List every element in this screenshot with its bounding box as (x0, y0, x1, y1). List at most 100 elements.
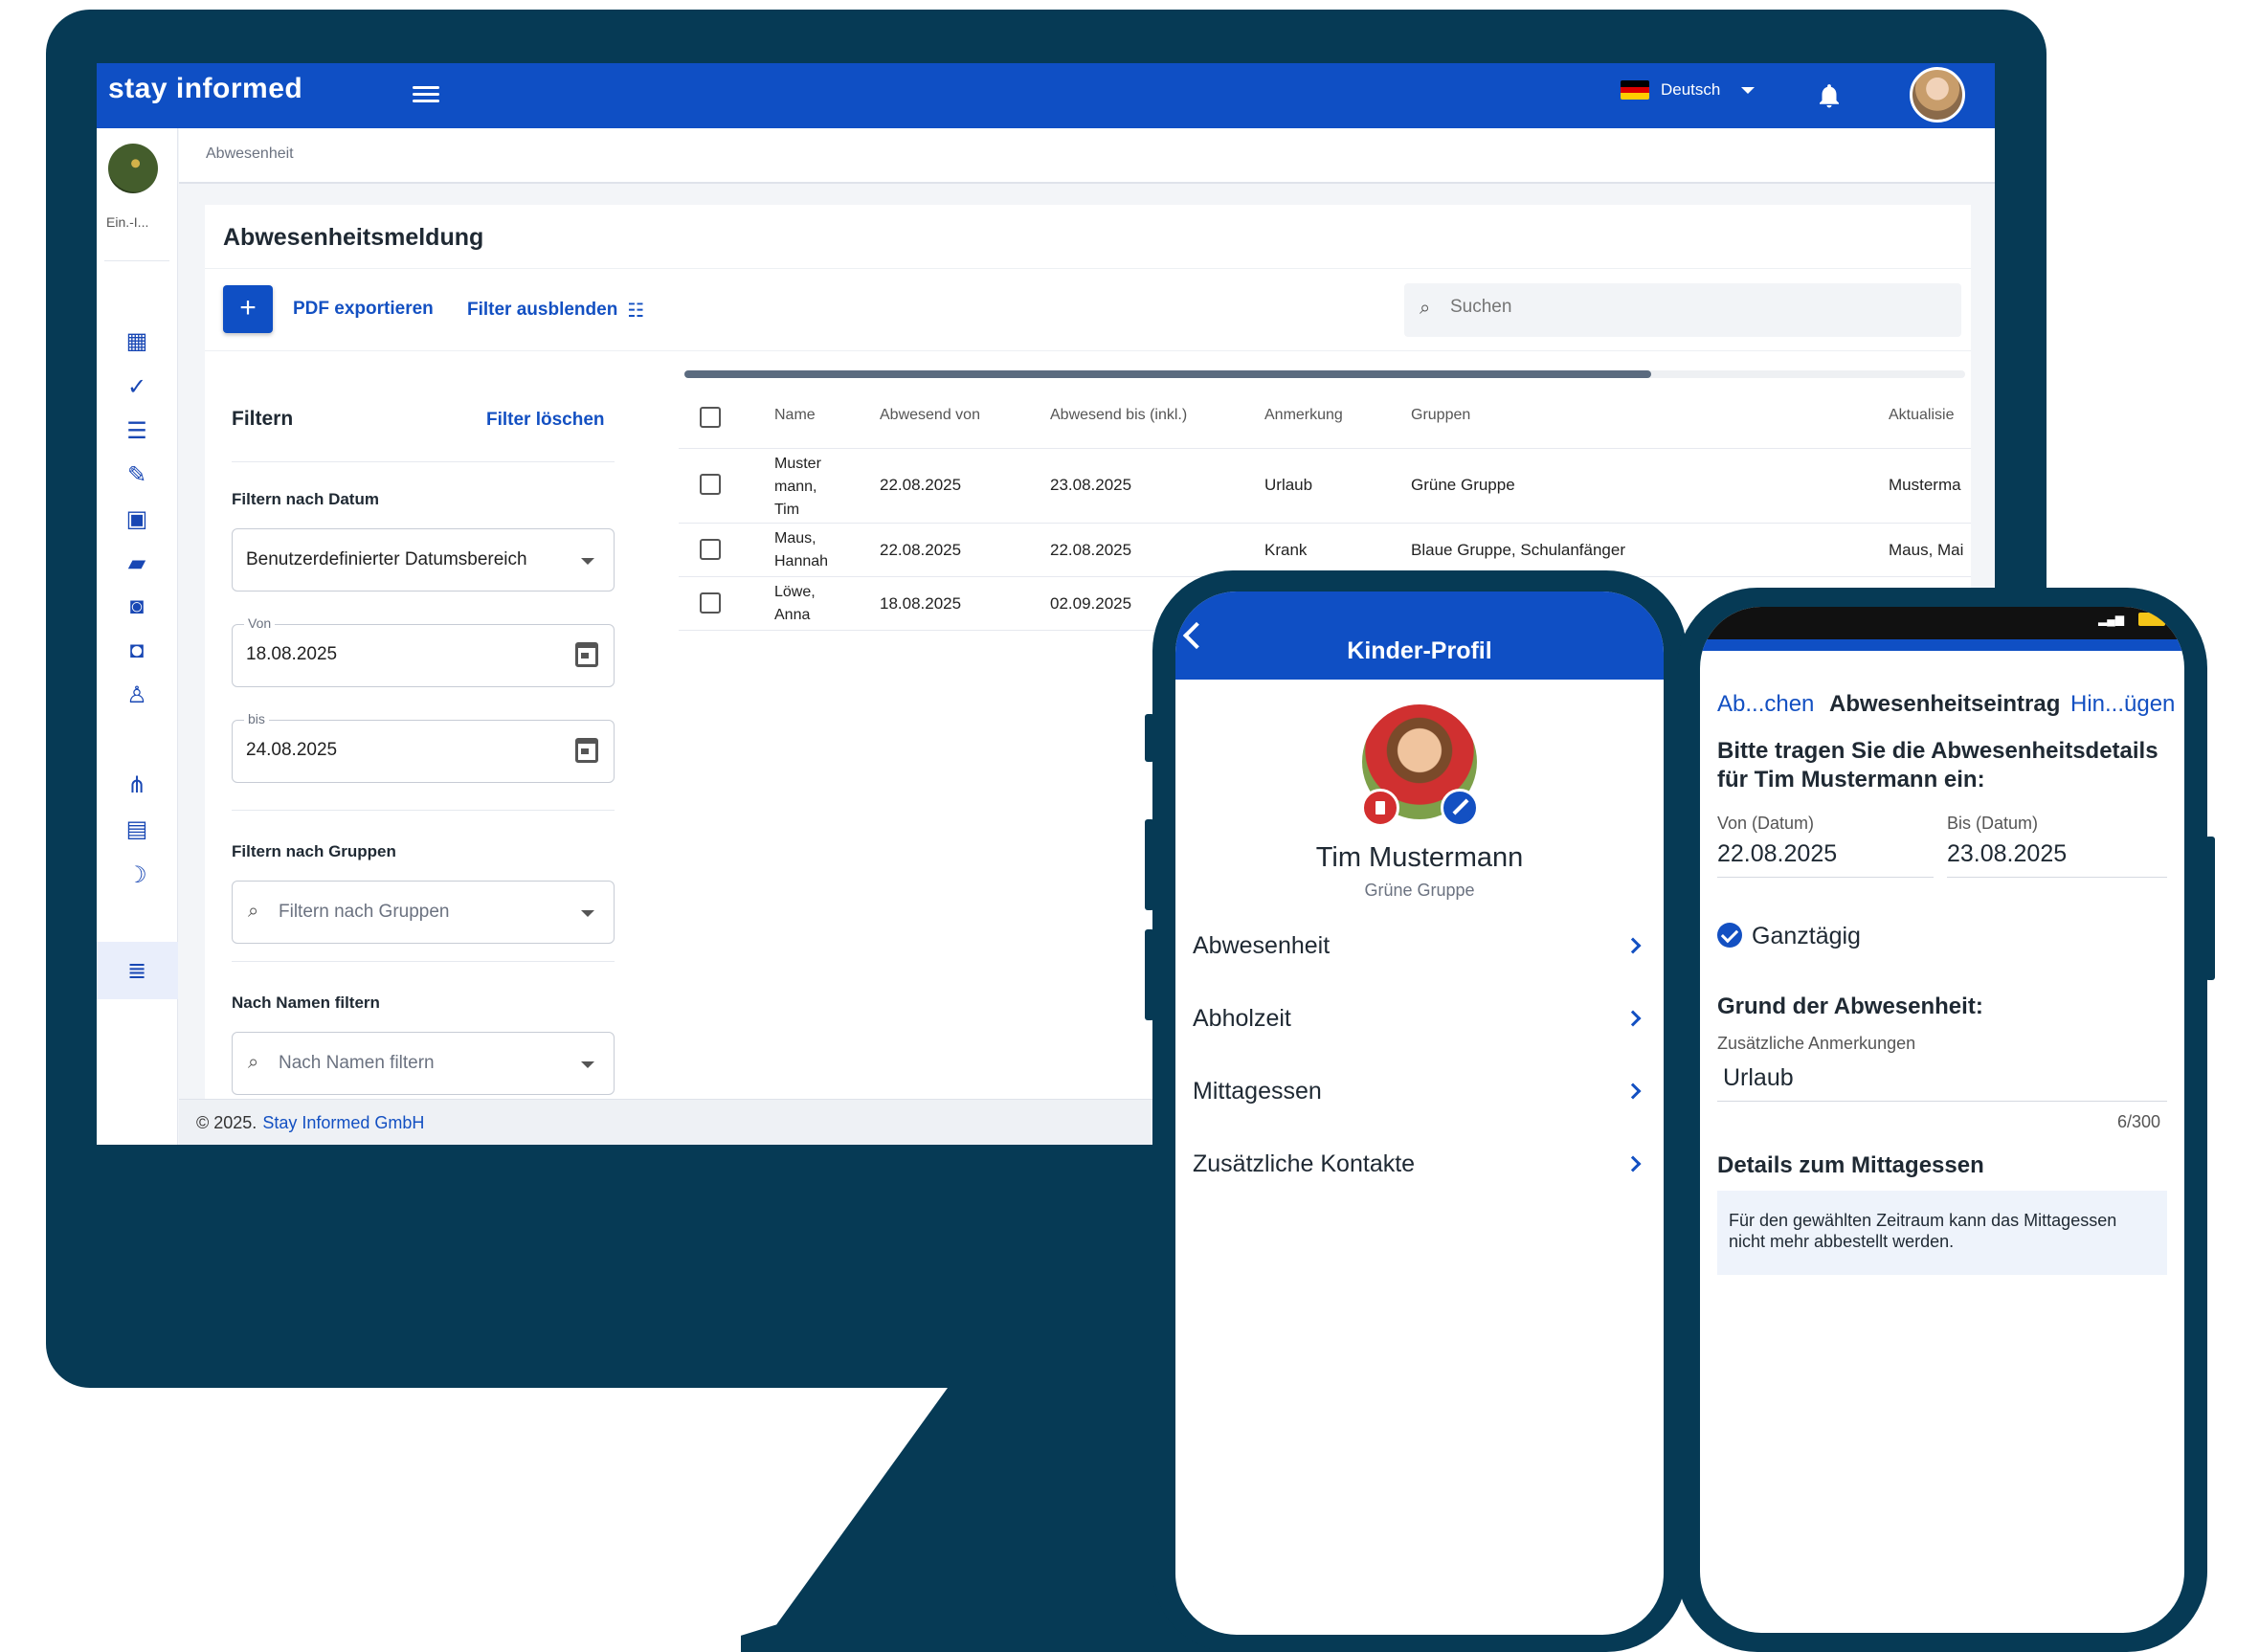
phone-profile-screen: Kinder-Profil Tim Mustermann Grüne Grupp… (1175, 592, 1664, 1635)
table-row[interactable]: Maus, Hannah 22.08.2025 22.08.2025 Krank… (679, 524, 1971, 577)
name-filter-select[interactable]: ⌕ Nach Namen filtern (232, 1032, 615, 1095)
cell-name-line: Tim (774, 502, 800, 518)
from-date-value: 18.08.2025 (246, 644, 338, 664)
row-checkbox[interactable] (700, 539, 721, 560)
cell-from: 18.08.2025 (880, 594, 962, 613)
table-header-row: Name Abwesend von Abwesend bis (inkl.) A… (679, 386, 1971, 449)
german-flag-icon (1621, 80, 1649, 100)
profile-menu-contacts[interactable]: Zusätzliche Kontakte (1193, 1129, 1646, 1202)
column-header-from[interactable]: Abwesend von (880, 407, 980, 424)
chevron-right-icon (1624, 1155, 1642, 1172)
add-button[interactable]: Hin...ügen (2070, 691, 2175, 718)
calendar-icon[interactable] (575, 642, 598, 667)
profile-menu-lunch[interactable]: Mittagessen (1193, 1057, 1646, 1129)
cell-to: 22.08.2025 (1050, 541, 1132, 559)
row-checkbox[interactable] (700, 474, 721, 495)
list-view-icon[interactable]: ☰ (118, 412, 156, 450)
filter-separator (232, 961, 615, 962)
profile-menu-absence[interactable]: Abwesenheit (1193, 911, 1646, 984)
column-header-name[interactable]: Name (774, 407, 816, 424)
scrollbar-thumb[interactable] (684, 370, 1651, 378)
language-selector[interactable]: Deutsch (1621, 80, 1756, 100)
copyright: © 2025. Stay Informed GmbH (196, 1113, 424, 1133)
clipboard-icon[interactable]: ▤ (118, 810, 156, 848)
search-input[interactable] (1450, 297, 1929, 318)
phone-absence-frame: ▂▄▆ Ab...chen Abwesenheitseintrag Hin...… (1677, 588, 2215, 1652)
institution-logo[interactable] (108, 144, 158, 193)
chat-icon[interactable]: ▰ (118, 544, 156, 582)
checkmark-circle-icon[interactable] (1717, 923, 1742, 948)
column-header-updated[interactable]: Aktualisie (1889, 407, 1954, 424)
menu-label: Mittagessen (1193, 1078, 1322, 1105)
cell-name-line: Maus, (774, 530, 816, 547)
search-icon: ⌕ (248, 901, 259, 922)
export-pdf-button[interactable]: PDF exportieren (293, 299, 434, 320)
dashboard-icon[interactable]: ▦ (118, 322, 156, 360)
search-field[interactable]: ⌕ (1404, 283, 1961, 337)
clear-filter-button[interactable]: Filter löschen (486, 410, 605, 431)
add-absence-button[interactable]: + (223, 285, 273, 333)
select-all-checkbox[interactable] (700, 407, 721, 428)
to-date-label: Bis (Datum) (1947, 814, 2039, 833)
to-date-underline (1947, 877, 2167, 878)
to-date-value[interactable]: 23.08.2025 (1947, 840, 2067, 868)
date-range-value: Benutzerdefinierter Datumsbereich (246, 549, 527, 569)
org-chart-icon[interactable]: ⋔ (118, 766, 156, 804)
company-link[interactable]: Stay Informed GmbH (262, 1113, 424, 1132)
page-title: Abwesenheitsmeldung (223, 224, 484, 251)
profile-header: Kinder-Profil (1175, 592, 1664, 680)
menu-label: Abwesenheit (1193, 932, 1331, 959)
menu-icon[interactable] (413, 82, 439, 109)
cell-from: 22.08.2025 (880, 541, 962, 559)
calendar-icon[interactable] (575, 738, 598, 763)
row-checkbox[interactable] (700, 592, 721, 614)
cell-groups: Grüne Gruppe (1411, 476, 1515, 494)
double-check-icon[interactable]: ✓ (118, 368, 156, 406)
filter-separator (232, 461, 615, 462)
status-bar: ▂▄▆ (1700, 607, 2184, 639)
to-date-value: 24.08.2025 (246, 740, 338, 760)
chevron-down-icon (581, 1061, 594, 1068)
column-header-note[interactable]: Anmerkung (1264, 407, 1343, 424)
sidebar: Ein.-I... ▦ ✓ ☰ ✎ ▣ ▰ ◙ ◘ ♙ ≣ ⋔ ▤ ☽ (97, 128, 178, 1145)
edit-note-icon[interactable]: ✎ (118, 456, 156, 494)
breadcrumb-bar: Abwesenheit (179, 128, 1995, 184)
from-date-field[interactable]: Von 18.08.2025 (232, 615, 615, 687)
allday-label[interactable]: Ganztägig (1752, 923, 1861, 950)
name-filter-placeholder: Nach Namen filtern (279, 1053, 435, 1073)
contacts-icon[interactable]: ◘ (118, 632, 156, 670)
column-header-to[interactable]: Abwesend bis (inkl.) (1050, 407, 1187, 424)
bell-icon[interactable] (1815, 80, 1844, 111)
table-row[interactable]: Muster mann, Tim 22.08.2025 23.08.2025 U… (679, 449, 1971, 524)
profile-menu-pickup[interactable]: Abholzeit (1193, 984, 1646, 1057)
edit-photo-icon[interactable] (1441, 789, 1479, 827)
tune-icon: ☷ (627, 301, 645, 322)
delete-photo-icon[interactable] (1361, 789, 1399, 827)
cell-name-line: Hannah (774, 553, 829, 569)
groups-filter-select[interactable]: ⌕ Filtern nach Gruppen (232, 881, 615, 944)
cancel-button[interactable]: Ab...chen (1717, 691, 1814, 718)
card-divider (205, 268, 1971, 269)
cell-updated: Musterma (1889, 476, 1961, 494)
user-avatar[interactable] (1910, 67, 1965, 123)
absence-list-icon[interactable]: ≣ (118, 951, 156, 990)
chevron-right-icon (1624, 937, 1642, 954)
to-date-field[interactable]: bis 24.08.2025 (232, 711, 615, 783)
from-date-value[interactable]: 22.08.2025 (1717, 840, 1837, 868)
toggle-filter-button[interactable]: Filter ausblenden ☷ (467, 299, 644, 323)
chevron-right-icon (1624, 1083, 1642, 1100)
breadcrumb[interactable]: Abwesenheit (206, 145, 294, 163)
battery-icon (2138, 613, 2165, 626)
cell-name-line: Löwe, (774, 584, 816, 600)
calendar-icon[interactable]: ▣ (118, 500, 156, 538)
dark-mode-icon[interactable]: ☽ (118, 856, 156, 894)
app-logo[interactable]: stay informed (108, 73, 302, 105)
child-icon[interactable]: ♙ (118, 676, 156, 714)
phone-button (1145, 819, 1154, 910)
column-header-groups[interactable]: Gruppen (1411, 407, 1470, 424)
contact-card-icon[interactable]: ◙ (118, 588, 156, 626)
toggle-filter-label: Filter ausblenden (467, 300, 618, 320)
date-range-select[interactable]: Benutzerdefinierter Datumsbereich (232, 528, 615, 592)
horizontal-scrollbar[interactable] (684, 370, 1965, 378)
notes-value[interactable]: Urlaub (1723, 1064, 1794, 1092)
